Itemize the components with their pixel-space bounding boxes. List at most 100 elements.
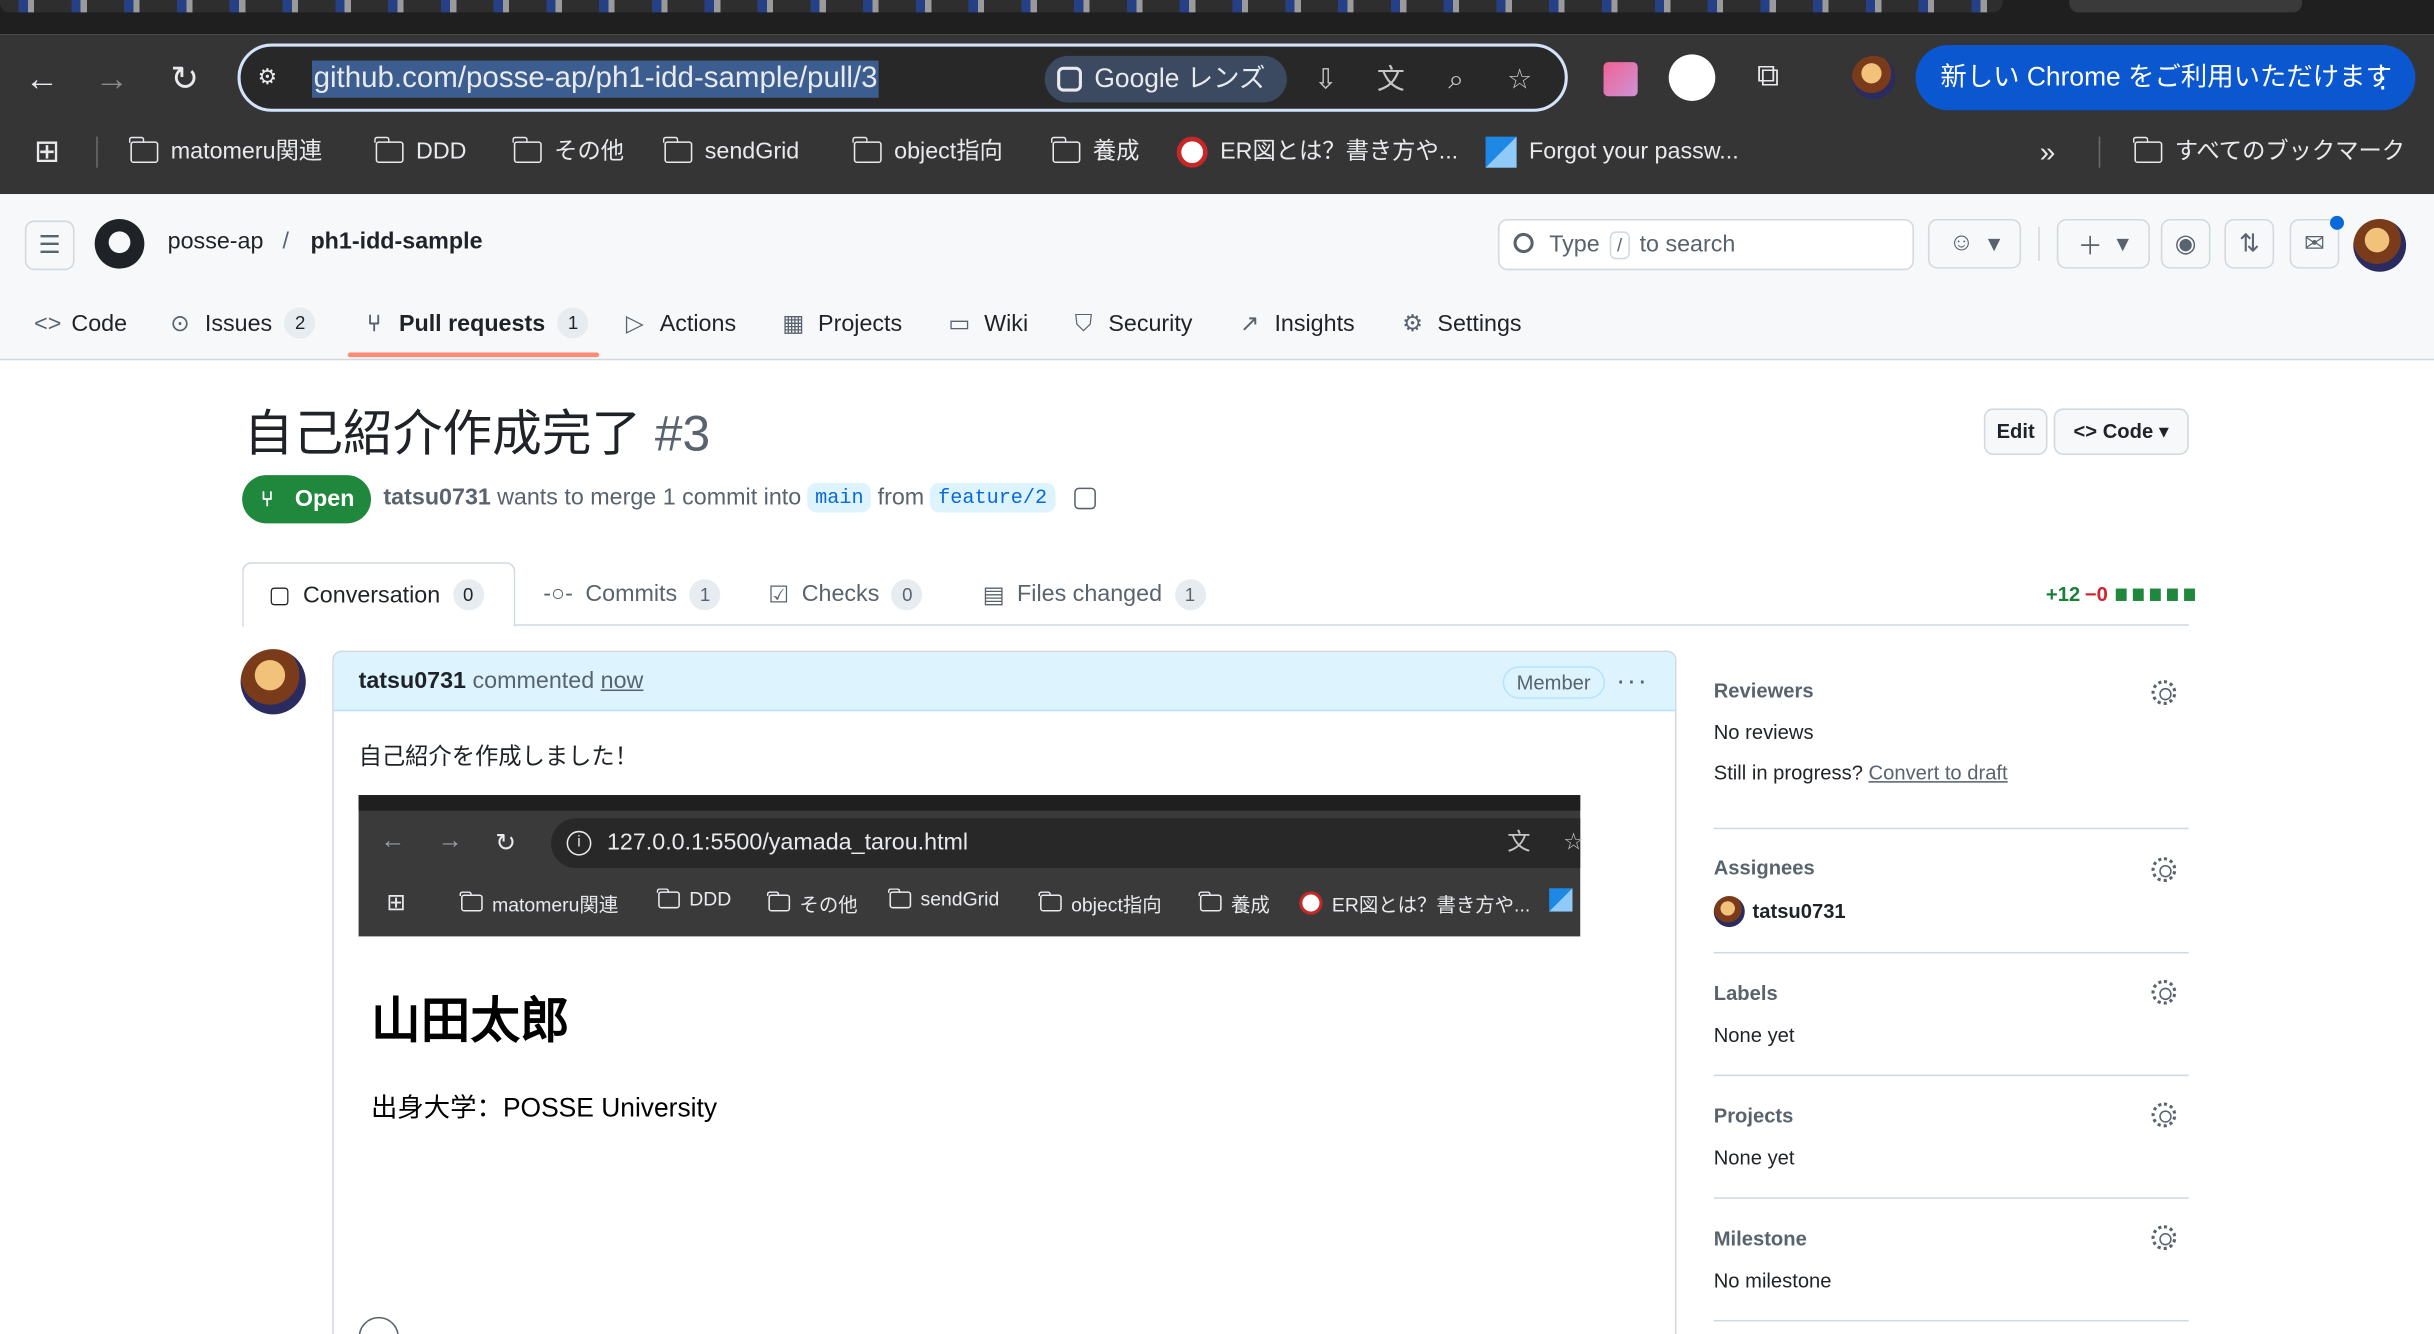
labels-value: None yet: [1713, 1023, 1795, 1047]
milestone-title[interactable]: Milestone: [1714, 1227, 1807, 1250]
bookmark-folder[interactable]: 養成: [1050, 135, 1139, 169]
bookmark-folder[interactable]: object指向: [852, 135, 1003, 169]
issues-icon[interactable]: ◉: [2160, 218, 2211, 269]
pull-request-icon: ⑂: [367, 309, 382, 337]
zoom-icon[interactable]: ⌕: [1439, 62, 1473, 96]
bookmark-folder[interactable]: DDD: [374, 135, 466, 169]
github-logo-icon[interactable]: [94, 218, 145, 269]
tab-counter: 0: [452, 579, 484, 611]
tab-counter: 0: [891, 578, 923, 610]
copilot-button[interactable]: ☺ ▾: [1927, 218, 2022, 269]
favicon-icon: [1176, 136, 1208, 168]
diffstat-block: [2183, 587, 2195, 601]
tab-issues[interactable]: ⊙ Issues 2: [168, 304, 316, 341]
screenshot-forward-icon: →: [437, 827, 463, 855]
tab-projects[interactable]: ▦ Projects: [781, 304, 902, 341]
hamburger-menu-icon[interactable]: ☰: [24, 220, 75, 271]
gear-icon[interactable]: [2151, 857, 2177, 883]
breadcrumb-separator: /: [282, 228, 289, 255]
gear-icon[interactable]: [2151, 1102, 2177, 1128]
pull-requests-icon[interactable]: ⇅: [2224, 218, 2275, 269]
gear-icon[interactable]: [2151, 979, 2177, 1005]
create-new-button[interactable]: ＋ ▾: [2056, 218, 2150, 269]
screenshot-bookmark: ER図とは？書き方や...: [1299, 888, 1530, 918]
tab-checks[interactable]: ☑ Checks 0: [744, 562, 948, 626]
plus-icon: ＋: [2077, 234, 2103, 261]
breadcrumb-owner[interactable]: posse-ap: [168, 228, 264, 254]
edit-button[interactable]: Edit: [1983, 408, 2048, 455]
tab-label: Conversation: [302, 581, 441, 608]
tab-strip[interactable]: [0, 0, 2003, 13]
convert-to-draft-link[interactable]: Convert to draft: [1869, 761, 2008, 784]
search-placeholder: Type: [1549, 231, 1600, 258]
tab-counter: 1: [689, 578, 721, 610]
screenshot-translate-icon: 文: [1507, 829, 1531, 856]
forward-icon[interactable]: →: [92, 59, 132, 99]
all-bookmarks-folder[interactable]: すべてのブックマーク: [2132, 135, 2405, 169]
site-settings-icon[interactable]: ⚙: [258, 64, 289, 92]
user-avatar[interactable]: [2353, 218, 2407, 272]
screenshot-bookmark: [1549, 888, 1573, 912]
copy-icon[interactable]: [1073, 486, 1096, 509]
comment-author-link[interactable]: tatsu0731: [359, 668, 466, 694]
apps-grid-icon[interactable]: ⊞: [34, 135, 60, 169]
tab-label: Checks: [801, 580, 880, 608]
projects-title[interactable]: Projects: [1714, 1104, 1794, 1127]
menu-kebab-icon[interactable]: ⋮: [2369, 45, 2397, 110]
google-lens-button[interactable]: Google レンズ: [1044, 55, 1287, 103]
tab-pull-requests[interactable]: ⑂ Pull requests 1: [362, 304, 589, 341]
tab-actions[interactable]: ▷ Actions: [622, 304, 736, 341]
bookmark-star-icon[interactable]: ☆: [1503, 62, 1537, 96]
code-dropdown-button[interactable]: <> Code ▾: [2053, 408, 2189, 455]
add-reaction-icon[interactable]: [358, 1316, 399, 1334]
reviewers-value: No reviews: [1713, 720, 1814, 744]
back-icon[interactable]: ←: [22, 59, 62, 99]
bookmark-link[interactable]: Forgot your passw...: [1485, 135, 1739, 169]
tab-settings[interactable]: ⚙ Settings: [1400, 304, 1521, 341]
tab-conversation[interactable]: ▢ Conversation 0: [242, 562, 516, 628]
extension-pink-icon[interactable]: [1603, 62, 1638, 97]
comment-options-icon[interactable]: ···: [1616, 652, 1649, 708]
labels-title[interactable]: Labels: [1714, 981, 1778, 1004]
reload-icon[interactable]: ↻: [165, 59, 205, 99]
extensions-puzzle-icon[interactable]: ⧉: [1748, 59, 1788, 99]
comment-timestamp-link[interactable]: now: [601, 668, 644, 694]
gear-icon[interactable]: [2151, 680, 2177, 706]
tab-commits[interactable]: -○- Commits 1: [518, 562, 745, 626]
bookmark-folder[interactable]: sendGrid: [662, 135, 799, 169]
tab-insights[interactable]: ↗ Insights: [1237, 304, 1355, 341]
bookmark-folder[interactable]: matomeru関連: [128, 135, 322, 169]
tab-counter: 2: [284, 307, 316, 339]
translate-icon[interactable]: 文: [1374, 62, 1408, 96]
assignee-avatar[interactable]: [1713, 896, 1745, 928]
gear-icon[interactable]: [2151, 1225, 2177, 1251]
head-branch[interactable]: feature/2: [930, 482, 1055, 513]
tab-code[interactable]: <> Code: [34, 304, 127, 341]
profile-avatar[interactable]: [1851, 55, 1896, 100]
tab-files-changed[interactable]: ▤ Files changed 1: [958, 562, 1231, 626]
screenshot-bookmark: sendGrid: [887, 887, 999, 910]
more-bookmarks-icon[interactable]: »: [2040, 135, 2056, 169]
tab-security[interactable]: ⛉ Security: [1071, 304, 1193, 341]
install-icon[interactable]: ⇩: [1309, 62, 1343, 96]
address-bar[interactable]: ⚙ github.com/posse-ap/ph1-idd-sample/pul…: [237, 43, 1568, 112]
deletions-count: −0: [2084, 582, 2108, 606]
tab-wiki[interactable]: ▭ Wiki: [947, 304, 1028, 341]
chrome-update-button[interactable]: 新しい Chrome をご利用いただけます ⋮: [1915, 45, 2416, 111]
base-branch[interactable]: main: [807, 482, 872, 513]
folder-icon: [459, 891, 483, 912]
pr-author-link[interactable]: tatsu0731: [383, 485, 490, 511]
url-text[interactable]: github.com/posse-ap/ph1-idd-sample/pull/…: [312, 60, 880, 98]
folder-icon: [2132, 136, 2163, 164]
assignees-title[interactable]: Assignees: [1714, 856, 1815, 879]
comment-author-avatar[interactable]: [240, 649, 306, 715]
conversation-icon: ▢: [268, 582, 291, 609]
tab-strip-right[interactable]: [2069, 0, 2303, 13]
bookmark-link[interactable]: ER図とは？書き方や...: [1176, 135, 1458, 169]
extension-openai-icon[interactable]: [1668, 54, 1716, 101]
breadcrumb-repo[interactable]: ph1-idd-sample: [310, 228, 482, 254]
bookmark-folder[interactable]: その他: [512, 135, 624, 169]
search-input[interactable]: Type / to search: [1497, 218, 1914, 271]
assignee-name[interactable]: tatsu0731: [1753, 899, 1846, 922]
reviewers-title[interactable]: Reviewers: [1714, 679, 1814, 702]
